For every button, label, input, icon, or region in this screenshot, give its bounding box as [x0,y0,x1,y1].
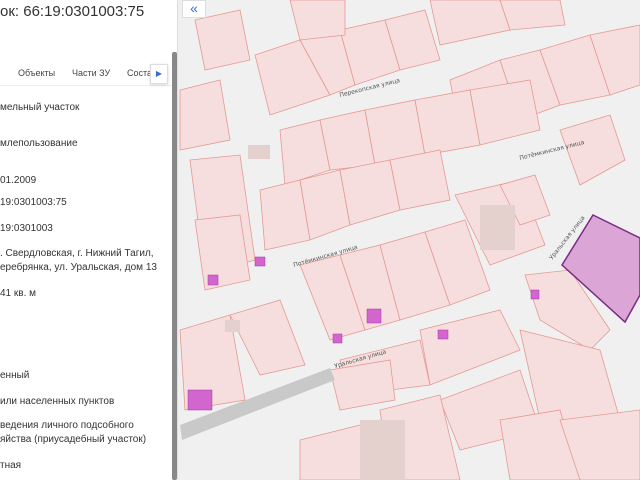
double-chevron-left-icon: « [190,0,198,16]
tab-bar: Объекты Части ЗУ Соста [0,62,172,86]
info-ownership: млепользование [0,138,78,149]
tabs-next-button[interactable]: ▶ [150,64,168,84]
tab-composition[interactable]: Соста [127,68,152,78]
collapse-panel-button[interactable]: « [182,0,206,18]
info-address-line1: . Свердловская, г. Нижний Тагил, [0,248,154,259]
info-address-line2: еребрянка, ул. Уральская, дом 13 [0,262,157,273]
info-type: мельный участок [0,102,80,113]
info-area: 41 кв. м [0,288,37,299]
info-category: или населенных пунктов [0,396,115,407]
page-title: ок: 66:19:0301003:75 [0,3,145,20]
info-cadastral-number: 19:0301003:75 [0,197,67,208]
tab-objects[interactable]: Объекты [18,68,55,78]
info-quarter: 19:0301003 [0,223,53,234]
info-usage-line2: яйства (приусадебный участок) [0,434,147,445]
panel-scrollbar[interactable] [172,52,177,480]
info-date: 01.2009 [0,175,37,186]
chevron-right-icon: ▶ [155,69,163,78]
info-status: енный [0,370,30,381]
info-usage-line1: ведения личного подсобного [0,420,134,431]
tab-parts[interactable]: Части ЗУ [72,68,110,78]
info-property-form: тная [0,460,22,471]
cadastral-map[interactable]: Перекопская улица Потёмкинская улица Пот… [178,0,640,480]
parcel-info-panel: ок: 66:19:0301003:75 Объекты Части ЗУ Со… [0,0,178,480]
